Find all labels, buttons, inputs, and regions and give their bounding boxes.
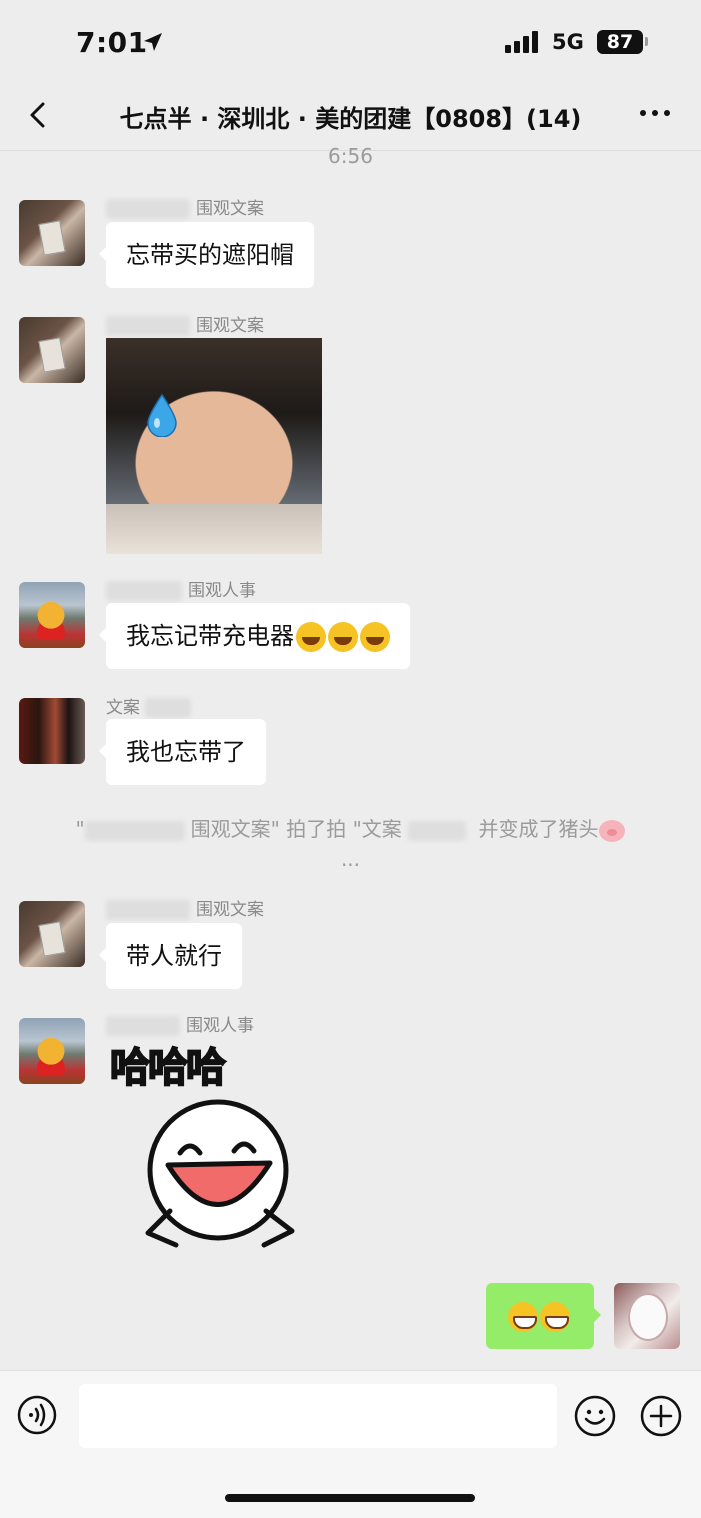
voice-icon[interactable] [17, 1395, 57, 1435]
battery-cap [645, 37, 648, 46]
pig-face-icon [598, 819, 625, 842]
message-input[interactable] [79, 1384, 557, 1448]
signal-icon [505, 31, 541, 53]
status-bar: 7:01 5G 87 [0, 0, 701, 86]
grinning-emoji-icon [508, 1302, 538, 1332]
laughing-crying-emoji-icon [328, 622, 358, 652]
avatar[interactable] [19, 582, 85, 648]
chat-timestamp: 6:56 [328, 144, 373, 168]
message-bubble[interactable]: 我也忘带了 [99, 719, 266, 785]
avatar[interactable] [19, 317, 85, 383]
laughing-face-sticker [145, 1099, 295, 1248]
sender-name: 文案 [106, 693, 197, 718]
home-indicator [225, 1494, 475, 1502]
sender-name: 围观文案 [106, 895, 264, 920]
image-message[interactable] [106, 338, 322, 554]
laughing-crying-emoji-icon [360, 622, 390, 652]
emoji-icon[interactable] [574, 1395, 616, 1437]
laughing-crying-emoji-icon [296, 622, 326, 652]
water-drop-icon [147, 393, 177, 437]
back-chevron-icon[interactable] [24, 100, 54, 130]
battery-level: 87 [597, 30, 643, 54]
location-arrow-icon [144, 33, 162, 51]
notice-more: ... [340, 847, 361, 871]
avatar[interactable] [19, 901, 85, 967]
avatar[interactable] [19, 698, 85, 764]
message-bubble[interactable]: 带人就行 [99, 923, 242, 989]
message-bubble[interactable]: 忘带买的遮阳帽 [99, 222, 314, 288]
my-avatar[interactable] [614, 1283, 680, 1349]
network-type: 5G [552, 30, 584, 54]
sticker-message[interactable]: 哈哈哈 [109, 1035, 320, 1255]
sender-name: 围观人事 [106, 576, 256, 601]
grinning-emoji-icon [540, 1302, 570, 1332]
avatar[interactable] [19, 1018, 85, 1084]
chat-header: 七点半 · 深圳北 · 美的团建【0808】(14) [0, 86, 701, 151]
sender-name: 围观文案 [106, 194, 264, 219]
my-message-bubble[interactable] [486, 1283, 601, 1349]
pat-notice: " 围观文案" 拍了拍 "文案 并变成了猪头 [40, 813, 660, 842]
avatar[interactable] [19, 200, 85, 266]
plus-icon[interactable] [640, 1395, 682, 1437]
sender-name: 围观文案 [106, 311, 264, 336]
more-dots-icon[interactable] [636, 110, 676, 120]
sender-name: 围观人事 [106, 1011, 254, 1036]
status-time: 7:01 [76, 26, 148, 59]
message-bubble[interactable]: 我忘记带充电器 [99, 603, 410, 669]
chat-title: 七点半 · 深圳北 · 美的团建【0808】(14) [119, 105, 582, 133]
